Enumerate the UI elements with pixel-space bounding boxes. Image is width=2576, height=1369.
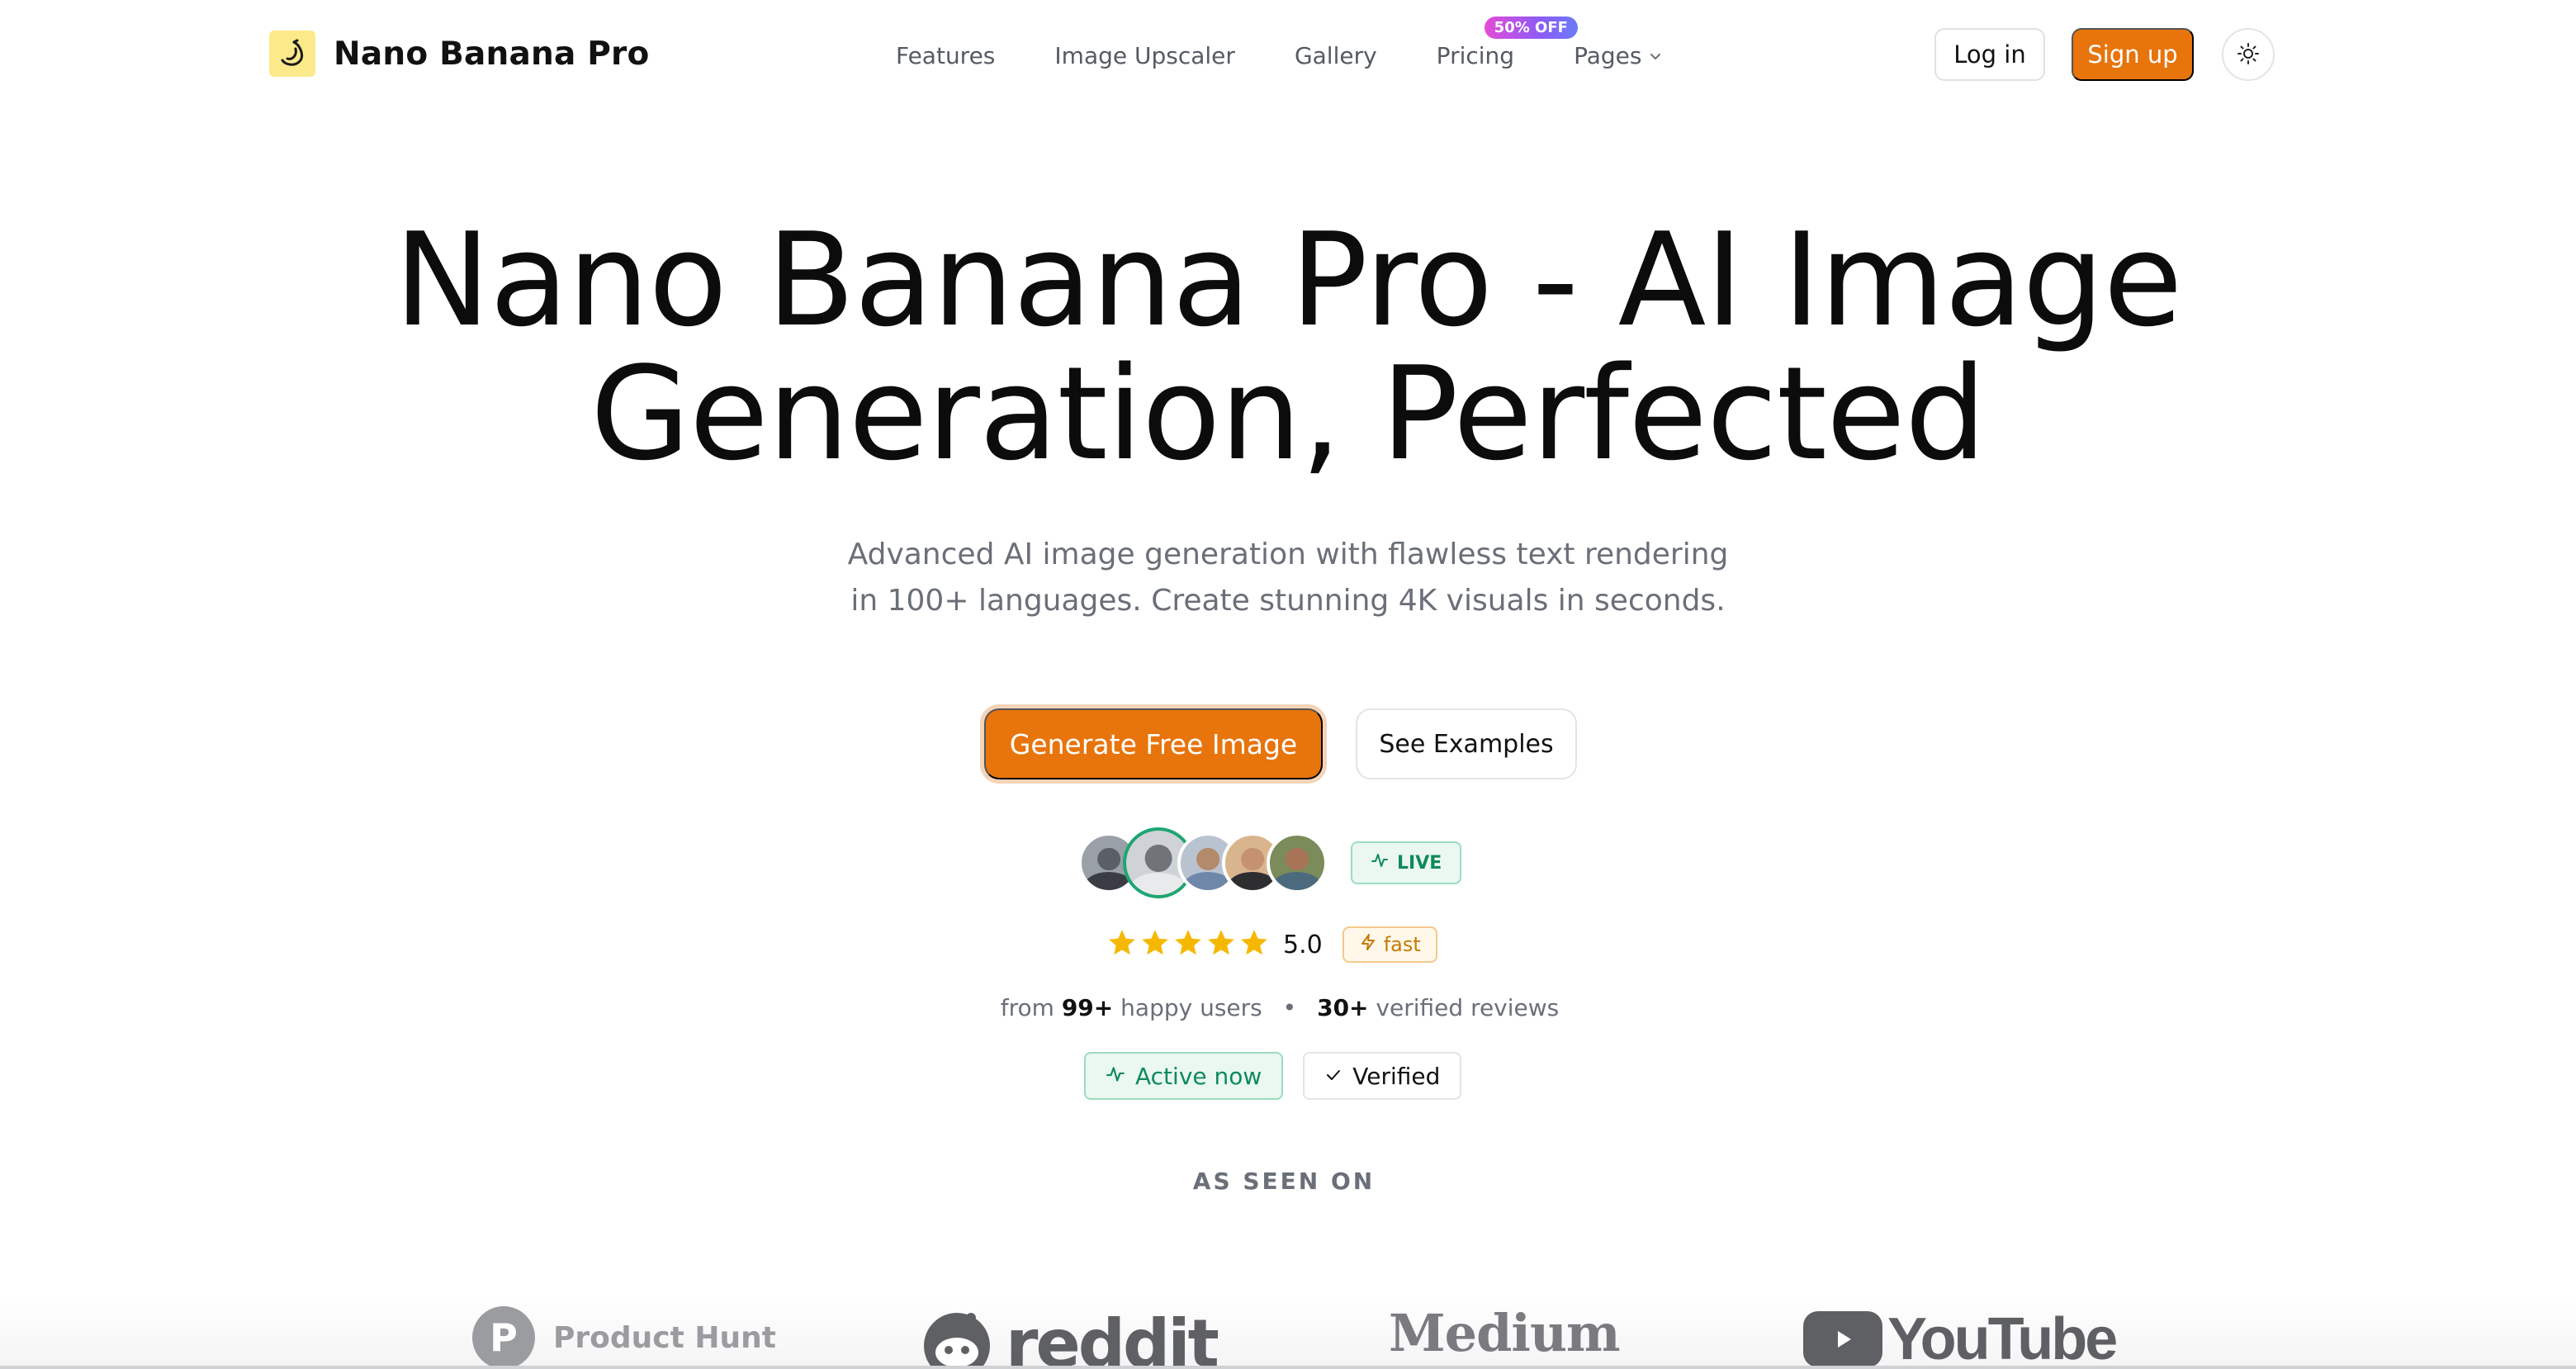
see-examples-button[interactable]: See Examples bbox=[1356, 708, 1577, 779]
nav-link-label: Gallery bbox=[1294, 41, 1377, 69]
separator-dot: • bbox=[1282, 994, 1297, 1021]
nav-link-label: Pages bbox=[1574, 41, 1642, 69]
reviews-count: 30+ bbox=[1317, 994, 1369, 1021]
brand-link[interactable]: Nano Banana Pro bbox=[269, 30, 650, 78]
avatar bbox=[1267, 832, 1328, 893]
hero-title-line2: Generation, Perfected bbox=[590, 339, 1986, 489]
fast-badge: fast bbox=[1342, 926, 1437, 963]
medium-logo[interactable]: Medium bbox=[1389, 1303, 1621, 1363]
product-hunt-logo[interactable]: P Product Hunt bbox=[472, 1306, 776, 1369]
users-summary: from 99+ happy users • 30+ verified revi… bbox=[0, 994, 2576, 1021]
youtube-wordmark: YouTube bbox=[1887, 1306, 2118, 1369]
generate-free-image-button[interactable]: Generate Free Image bbox=[984, 708, 1323, 779]
nav-link-gallery[interactable]: Gallery bbox=[1295, 42, 1377, 69]
user-avatars bbox=[1078, 827, 1328, 898]
check-icon bbox=[1324, 1063, 1352, 1090]
social-proof-row: LIVE bbox=[1078, 827, 1462, 898]
status-badges: Active now Verified bbox=[1084, 1052, 1462, 1100]
hero-subtitle-line1: Advanced AI image generation with flawle… bbox=[847, 538, 1729, 571]
nav-actions: Log in Sign up bbox=[1934, 28, 2275, 81]
banana-logo-icon bbox=[269, 31, 315, 77]
rating-row: 5.0 fast bbox=[1106, 926, 1437, 963]
nav-link-label: Features bbox=[896, 41, 996, 69]
press-logos: P Product Hunt reddit Medium YouTube bbox=[0, 1296, 2576, 1369]
product-hunt-wordmark: Product Hunt bbox=[553, 1320, 776, 1355]
star-icon bbox=[1238, 927, 1270, 963]
users-count: 99+ bbox=[1061, 994, 1114, 1021]
fast-label: fast bbox=[1383, 933, 1421, 956]
nav-link-features[interactable]: Features bbox=[896, 42, 995, 69]
star-icon bbox=[1172, 927, 1204, 963]
active-now-badge: Active now bbox=[1084, 1052, 1284, 1100]
lightning-icon bbox=[1359, 933, 1384, 956]
nav-link-label: Pricing bbox=[1436, 41, 1515, 69]
as-seen-on-heading: AS SEEN ON bbox=[1192, 1168, 1376, 1195]
activity-icon bbox=[1371, 851, 1397, 874]
reddit-alien-icon bbox=[920, 1305, 994, 1369]
live-label: LIVE bbox=[1397, 852, 1442, 874]
nav-link-pages-dropdown[interactable]: Pages bbox=[1574, 42, 1663, 69]
youtube-play-icon bbox=[1803, 1311, 1882, 1367]
activity-icon bbox=[1106, 1063, 1135, 1090]
hero-title-line1: Nano Banana Pro - AI Image bbox=[394, 205, 2182, 355]
nav-link-label: Image Upscaler bbox=[1054, 41, 1235, 69]
hero-subtitle: Advanced AI image generation with flawle… bbox=[0, 532, 2576, 624]
main-nav: Features Image Upscaler Gallery 50% OFF … bbox=[896, 16, 1663, 74]
chevron-down-icon bbox=[1648, 42, 1663, 69]
login-button[interactable]: Log in bbox=[1934, 28, 2045, 81]
rating-score: 5.0 bbox=[1283, 930, 1323, 959]
hero-subtitle-line2: in 100+ languages. Create stunning 4K vi… bbox=[850, 584, 1726, 618]
users-prefix: from bbox=[1000, 994, 1054, 1021]
sun-icon bbox=[2236, 41, 2261, 69]
live-badge: LIVE bbox=[1351, 841, 1462, 884]
brand-name: Nano Banana Pro bbox=[334, 35, 650, 73]
star-rating bbox=[1106, 927, 1271, 963]
active-now-label: Active now bbox=[1135, 1062, 1262, 1090]
nav-link-image-upscaler[interactable]: Image Upscaler bbox=[1054, 42, 1235, 69]
youtube-logo[interactable]: YouTube bbox=[1803, 1306, 2118, 1369]
verified-badge: Verified bbox=[1303, 1052, 1462, 1100]
reddit-logo[interactable]: reddit bbox=[920, 1305, 1219, 1369]
reddit-wordmark: reddit bbox=[1006, 1305, 1219, 1369]
product-hunt-mark: P bbox=[472, 1306, 535, 1369]
verified-label: Verified bbox=[1352, 1062, 1441, 1090]
top-navigation: Nano Banana Pro Features Image Upscaler … bbox=[0, 0, 2576, 109]
viewport-bottom-border bbox=[0, 1366, 2576, 1369]
users-suffix: happy users bbox=[1120, 994, 1262, 1021]
reviews-suffix: verified reviews bbox=[1376, 994, 1560, 1021]
nav-link-pricing[interactable]: 50% OFF Pricing bbox=[1436, 16, 1578, 69]
star-icon bbox=[1205, 927, 1237, 963]
discount-badge: 50% OFF bbox=[1484, 16, 1578, 39]
star-icon bbox=[1106, 927, 1138, 963]
hero-title: Nano Banana Pro - AI Image Generation, P… bbox=[0, 213, 2576, 481]
star-icon bbox=[1139, 927, 1171, 963]
signup-button[interactable]: Sign up bbox=[2072, 28, 2194, 81]
medium-wordmark: Medium bbox=[1389, 1303, 1621, 1363]
theme-toggle-button[interactable] bbox=[2222, 28, 2275, 81]
hero-cta-row: Generate Free Image See Examples bbox=[0, 708, 2576, 779]
